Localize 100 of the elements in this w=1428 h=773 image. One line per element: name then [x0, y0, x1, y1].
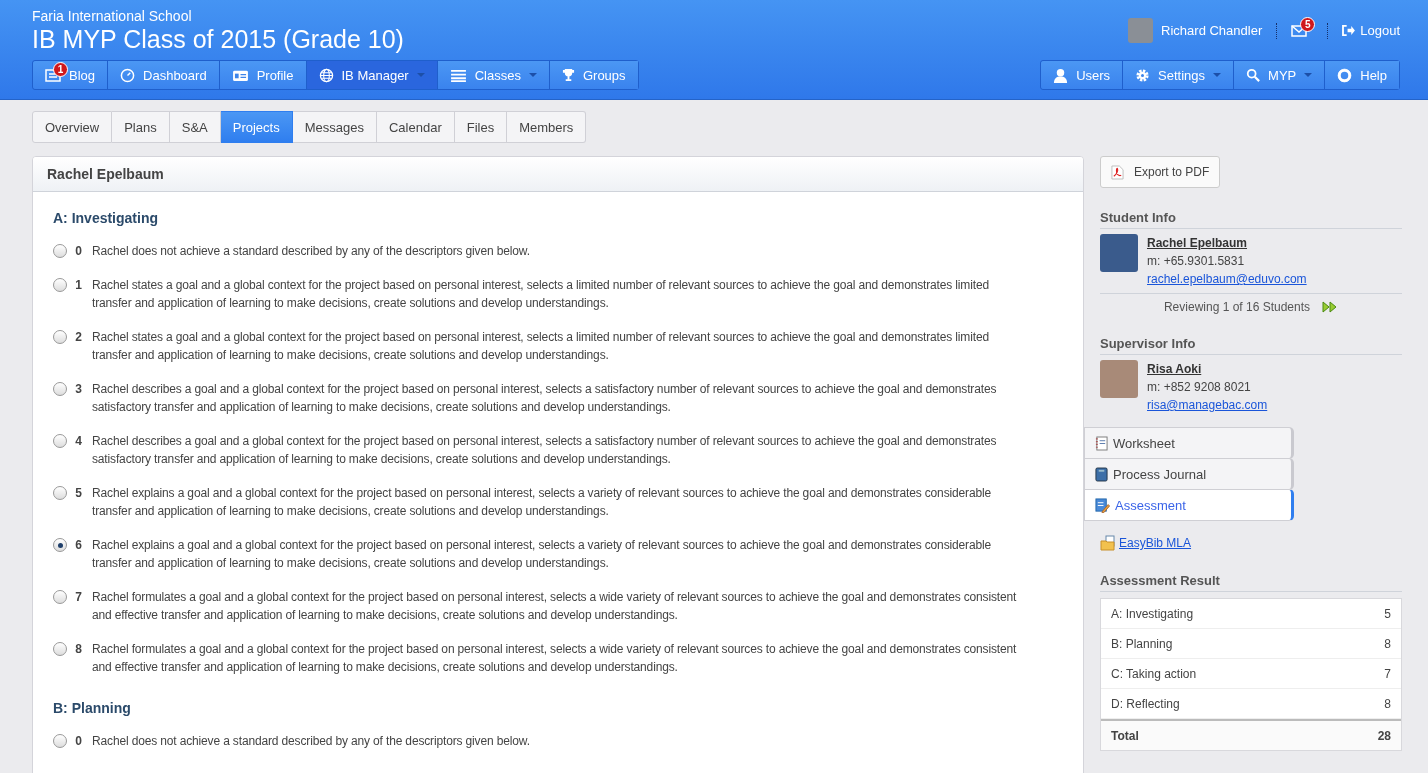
level-score: 3: [74, 381, 83, 398]
gauge-icon: [120, 67, 136, 83]
side-tab[interactable]: Process Journal: [1084, 458, 1294, 490]
nav-button[interactable]: Classes: [436, 61, 549, 89]
globe-icon: [318, 67, 334, 83]
section-heading: Assessment Result: [1100, 573, 1402, 592]
level-score: 0: [74, 733, 83, 750]
notification-badge: 5: [1300, 16, 1316, 32]
criterion-label: B: Planning: [1111, 636, 1173, 651]
level-score: 6: [74, 537, 83, 554]
level-score: 8: [74, 641, 83, 658]
pdf-icon: [1111, 164, 1124, 180]
nav-button[interactable]: Dashboard: [107, 61, 219, 89]
user-icon: [1053, 67, 1069, 83]
criterion-score: 8: [1384, 696, 1391, 711]
side-tab[interactable]: Worksheet: [1084, 427, 1294, 459]
criterion-score: 5: [1384, 606, 1391, 621]
logout-link[interactable]: Logout: [1342, 23, 1400, 38]
level-descriptor: Rachel explains a goal and a global context for the project based on personal interest, selects a variety of relevant sources to achieve the goal and demonstrates considerable transfer and application of learning to make decisions, create solutions and develop understandings.: [92, 537, 992, 572]
tab[interactable]: Members: [507, 111, 587, 143]
nav-button[interactable]: 1 Blog: [33, 61, 108, 89]
phone-number: m: +852 9208 8021: [1147, 379, 1252, 396]
level-score: 5: [74, 485, 83, 502]
tab[interactable]: Messages: [292, 111, 377, 143]
student-name: Rachel Epelbaum: [47, 166, 164, 182]
nav-button[interactable]: Users: [1041, 61, 1123, 89]
criterion-label: D: Reflecting: [1111, 696, 1180, 711]
section-heading: Student Info: [1100, 210, 1402, 229]
level-score: 1: [74, 277, 83, 294]
level-descriptor: Rachel does not achieve a standard described by any of the descriptors given below.: [92, 733, 531, 750]
level-descriptor: Rachel describes a goal and a global context for the project based on personal interest, selects a satisfactory number of relevant sources to achieve the goal and demonstrates satisfactory transfer and application of learning to make decisions, create solutions and develop understandings.: [92, 433, 998, 468]
logout-icon: [1342, 25, 1356, 36]
list-icon: [449, 68, 467, 82]
nav-button[interactable]: MYP: [1233, 61, 1325, 89]
radio-button[interactable]: [53, 278, 67, 292]
id-card-icon: [231, 68, 249, 82]
criterion-heading: A: Investigating: [53, 210, 159, 226]
tab[interactable]: Plans: [112, 111, 170, 143]
level-score: 4: [74, 433, 83, 450]
folder-icon: [1100, 535, 1116, 551]
side-tab[interactable]: Assessment: [1084, 489, 1294, 521]
level-descriptor: Rachel explains a goal and a global context for the project based on personal interest, selects a variety of relevant sources to achieve the goal and demonstrates considerable transfer and application of learning to make decisions, create solutions and develop understandings.: [92, 485, 992, 520]
notebook-icon: [1095, 435, 1108, 451]
person-name-link[interactable]: Rachel Epelbaum: [1147, 234, 1307, 252]
nav-button[interactable]: Groups: [548, 61, 638, 89]
level-descriptor: Rachel describes a goal and a global context for the project based on personal interest, selects a satisfactory number of relevant sources to achieve the goal and demonstrates satisfactory transfer and application of learning to make decisions, create solutions and develop understandings.: [92, 381, 998, 416]
phone-number: m: +65.9301.5831: [1147, 253, 1246, 270]
criterion-label: C: Taking action: [1111, 666, 1197, 681]
radio-button[interactable]: [53, 382, 67, 396]
level-descriptor: Rachel formulates a goal and a global context for the project based on personal interest, selects a wide variety of relevant sources to achieve the goal and demonstrates consistent and effective transfer and application of learning to make decisions, create solutions and develop understandings.: [92, 589, 1018, 624]
lifebuoy-icon: [1337, 67, 1353, 83]
reviewing-text: Reviewing 1 of 16 Students: [1163, 300, 1311, 314]
level-descriptor: Rachel formulates a goal and a global context for the project based on personal interest, selects a wide variety of relevant sources to achieve the goal and demonstrates consistent and effective transfer and application of learning to make decisions, create solutions and develop understandings.: [92, 641, 1018, 676]
book-icon: [1095, 466, 1108, 482]
class-title: IB MYP Class of 2015 (Grade 10): [32, 25, 404, 53]
criterion-heading: B: Planning: [53, 700, 132, 716]
email-link[interactable]: rachel.epelbaum@eduvo.com: [1147, 270, 1307, 288]
level-descriptor: Rachel does not achieve a standard described by any of the descriptors given below.: [92, 243, 531, 260]
nav-button[interactable]: Help: [1324, 61, 1399, 89]
email-link[interactable]: risa@managebac.com: [1147, 396, 1268, 414]
nav-button[interactable]: Settings: [1122, 61, 1234, 89]
level-descriptor: Rachel states a goal and a global context for the project based on personal interest, selects a limited number of relevant sources to achieve the goal and demonstrates limited transfer and application of learning to make decisions, create solutions and develop understandings.: [92, 329, 990, 364]
next-icon[interactable]: [1322, 301, 1339, 313]
radio-button[interactable]: [53, 590, 67, 604]
tab[interactable]: Files: [454, 111, 508, 143]
radio-button[interactable]: [53, 734, 67, 748]
level-descriptor: Rachel states a goal and a global context for the project based on personal interest, selects a limited number of relevant sources to achieve the goal and demonstrates limited transfer and application of learning to make decisions, create solutions and develop understandings.: [92, 277, 990, 312]
user-name-link[interactable]: Richard Chandler: [1161, 23, 1263, 38]
radio-button[interactable]: [53, 486, 67, 500]
radio-button[interactable]: [53, 434, 67, 448]
photo-placeholder: [1100, 234, 1138, 272]
export-pdf-button[interactable]: Export to PDF: [1100, 156, 1221, 188]
tab[interactable]: Overview: [32, 111, 113, 143]
section-heading: Supervisor Info: [1100, 336, 1402, 355]
person-name-link[interactable]: Risa Aoki: [1147, 360, 1268, 378]
level-score: 2: [74, 329, 83, 346]
radio-button[interactable]: [53, 642, 67, 656]
total-label: Total: [1111, 728, 1139, 743]
tab[interactable]: Calendar: [376, 111, 455, 143]
radio-button[interactable]: [53, 244, 67, 258]
level-score: 0: [74, 243, 83, 260]
nav-button[interactable]: IB Manager: [305, 61, 437, 89]
search-icon: [1246, 68, 1261, 82]
level-score: 7: [74, 589, 83, 606]
criterion-label: A: Investigating: [1111, 606, 1194, 621]
trophy-icon: [561, 67, 575, 83]
radio-button[interactable]: [53, 538, 67, 552]
criterion-score: 8: [1384, 636, 1391, 651]
total-score: 28: [1377, 728, 1391, 743]
radio-button[interactable]: [53, 330, 67, 344]
nav-button[interactable]: Profile: [218, 61, 306, 89]
settings-icon: [1135, 67, 1151, 83]
school-name: Faria International School: [32, 8, 193, 25]
criterion-score: 7: [1384, 666, 1391, 681]
notification-badge: 1: [53, 62, 68, 77]
tab[interactable]: S&A: [169, 111, 221, 143]
photo-placeholder: [1100, 360, 1138, 398]
easybib-link[interactable]: EasyBib MLA: [1119, 536, 1192, 550]
tab[interactable]: Projects: [220, 111, 293, 143]
edit-icon: [1095, 497, 1110, 513]
